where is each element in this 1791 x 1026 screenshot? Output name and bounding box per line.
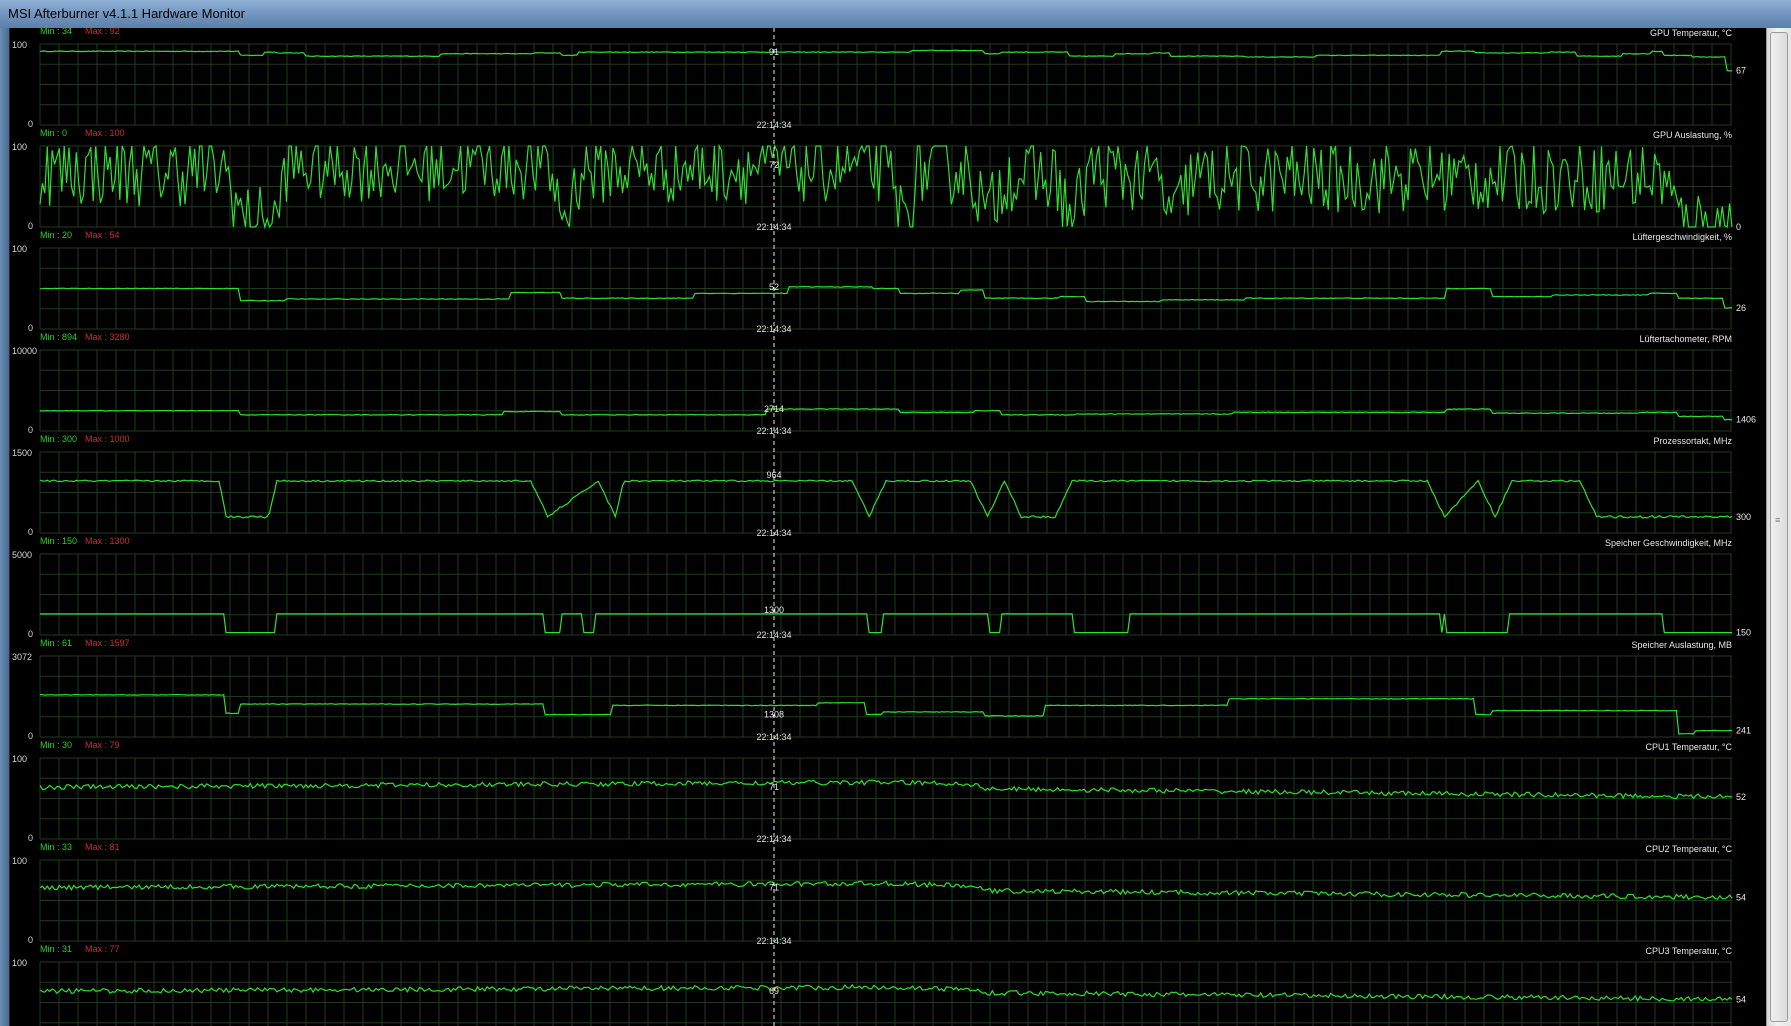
max-value-label: Max : 77: [85, 944, 120, 954]
min-value-label: Min : 894: [40, 332, 77, 342]
window-title: MSI Afterburner v4.1.1 Hardware Monitor: [8, 6, 245, 21]
axis-max-label: 100: [12, 142, 27, 152]
max-value-label: Max : 3280: [85, 332, 130, 342]
graph-name-label: Lüftergeschwindigkeit, %: [1632, 232, 1732, 242]
axis-max-label: 5000: [12, 550, 32, 560]
graph-trace: [39, 779, 1733, 800]
min-value-label: Min : 20: [40, 230, 72, 240]
graph-grid: [39, 757, 1732, 840]
graph-grid: [39, 553, 1732, 636]
graph-trace: [39, 983, 1733, 1003]
max-value-label: Max : 54: [85, 230, 120, 240]
graph-5: 1500 0 Min : 300 Max : 1000 Prozessortakt, M…: [12, 434, 1751, 538]
axis-min-label: 0: [28, 119, 33, 129]
min-value-label: Min : 34: [40, 28, 72, 36]
min-value-label: Min : 0: [40, 128, 67, 138]
axis-min-label: 0: [28, 527, 33, 537]
graph-grid: [39, 451, 1732, 534]
max-value-label: Max : 81: [85, 842, 120, 852]
graph-grid: [39, 961, 1732, 1026]
graph-4: 10000 0 Min : 894 Max : 3280 Lüftertachomete…: [12, 332, 1756, 436]
graph-name-label: GPU Temperatur, °C: [1650, 28, 1732, 38]
min-value-label: Min : 31: [40, 944, 72, 954]
graph-trace: [39, 880, 1733, 900]
graph-2: 1000Min : 0 Max : 100 GPU Auslastung, %072…: [12, 128, 1741, 232]
graph-6: 5000 0 Min : 150 Max : 1300 Speicher Geschwi…: [12, 536, 1751, 640]
axis-min-label: 0: [28, 731, 33, 741]
current-value-label: 54: [1736, 994, 1746, 1004]
axis-max-label: 100: [12, 754, 27, 764]
max-value-label: Max : 1597: [85, 638, 130, 648]
graph-trace: [40, 613, 1732, 634]
current-value-label: 300: [1736, 512, 1751, 522]
min-value-label: Min : 300: [40, 434, 77, 444]
grip-icon: ≡: [1775, 515, 1780, 525]
graph-name-label: GPU Auslastung, %: [1653, 130, 1732, 140]
max-value-label: Max : 92: [85, 28, 120, 36]
axis-min-label: 0: [28, 629, 33, 639]
current-value-label: 54: [1736, 892, 1746, 902]
window-left-border: [0, 28, 9, 1026]
scrollbar-thumb[interactable]: ≡: [1770, 32, 1788, 1022]
graph-9: 100 0 Min : 33 Max : 81 CPU2 Temperatur, °C 5…: [12, 842, 1746, 946]
graph-grid: [39, 655, 1732, 738]
current-value-label: 1406: [1736, 415, 1756, 425]
graph-name-label: Lüftertachometer, RPM: [1639, 334, 1732, 344]
axis-max-label: 10000: [12, 346, 37, 356]
current-value-label: 26: [1736, 303, 1746, 313]
axis-max-label: 100: [12, 958, 27, 968]
graph-grid: [39, 349, 1732, 432]
axis-min-label: 0: [28, 425, 33, 435]
max-value-label: Max : 1300: [85, 536, 130, 546]
current-value-label: 241: [1736, 726, 1751, 736]
axis-max-label: 100: [12, 244, 27, 254]
graph-trace: [39, 285, 1733, 309]
window-titlebar[interactable]: MSI Afterburner v4.1.1 Hardware Monitor: [0, 0, 1791, 29]
graph-10: 1000Min : 31Max : 77CPU3 Temperatur, °C5…: [12, 944, 1746, 1026]
graph-grid: [39, 859, 1732, 942]
axis-max-label: 100: [12, 856, 27, 866]
min-value-label: Min : 30: [40, 740, 72, 750]
graph-8: 100 0 Min : 30 Max : 79 CPU1 Temperatur, °C 5…: [12, 740, 1746, 844]
axis-min-label: 0: [28, 833, 33, 843]
current-value-label: 150: [1736, 628, 1751, 638]
axis-max-label: 100: [12, 40, 27, 50]
afterburner-window: MSI Afterburner v4.1.1 Hardware Monitor …: [0, 0, 1791, 1026]
max-value-label: Max : 1000: [85, 434, 130, 444]
graph-7: 3072 0 Min : 61 Max : 1597 Speicher Auslastu…: [12, 638, 1751, 742]
axis-min-label: 0: [28, 935, 33, 945]
graph-3: 100 0 Min : 20 Max : 54 Lüftergeschwindigkei…: [12, 230, 1746, 334]
current-value-label: 67: [1736, 66, 1746, 76]
axis-min-label: 0: [28, 221, 33, 231]
graph-grid: [39, 145, 1732, 228]
graph-trace: [39, 49, 1733, 72]
min-value-label: Min : 150: [40, 536, 77, 546]
axis-max-label: 1500: [12, 448, 32, 458]
axis-max-label: 3072: [12, 652, 32, 662]
max-value-label: Max : 79: [85, 740, 120, 750]
max-value-label: Max : 100: [85, 128, 125, 138]
graph-grid: [39, 43, 1732, 126]
monitor-graphs: 100 0 Min : 34 Max : 92 GPU Temperatur, °C 67…: [12, 28, 1756, 1026]
hardware-monitor-panel: 100 0 Min : 34 Max : 92 GPU Temperatur, °C 67…: [9, 28, 1767, 1026]
graph-name-label: CPU2 Temperatur, °C: [1646, 844, 1733, 854]
graph-1: 100 0 Min : 34 Max : 92 GPU Temperatur, °C 67…: [12, 28, 1746, 130]
graph-trace: [40, 693, 1733, 735]
current-value-label: 52: [1736, 792, 1746, 802]
vertical-scrollbar[interactable]: ≡: [1766, 28, 1791, 1026]
min-value-label: Min : 33: [40, 842, 72, 852]
axis-min-label: 0: [28, 323, 33, 333]
min-value-label: Min : 61: [40, 638, 72, 648]
graph-name-label: Speicher Auslastung, MB: [1631, 640, 1732, 650]
graph-name-label: Speicher Geschwindigkeit, MHz: [1605, 538, 1733, 548]
graph-name-label: CPU3 Temperatur, °C: [1646, 946, 1733, 956]
graph-name-label: Prozessortakt, MHz: [1653, 436, 1732, 446]
current-value-label: 0: [1736, 222, 1741, 232]
graph-name-label: CPU1 Temperatur, °C: [1646, 742, 1733, 752]
